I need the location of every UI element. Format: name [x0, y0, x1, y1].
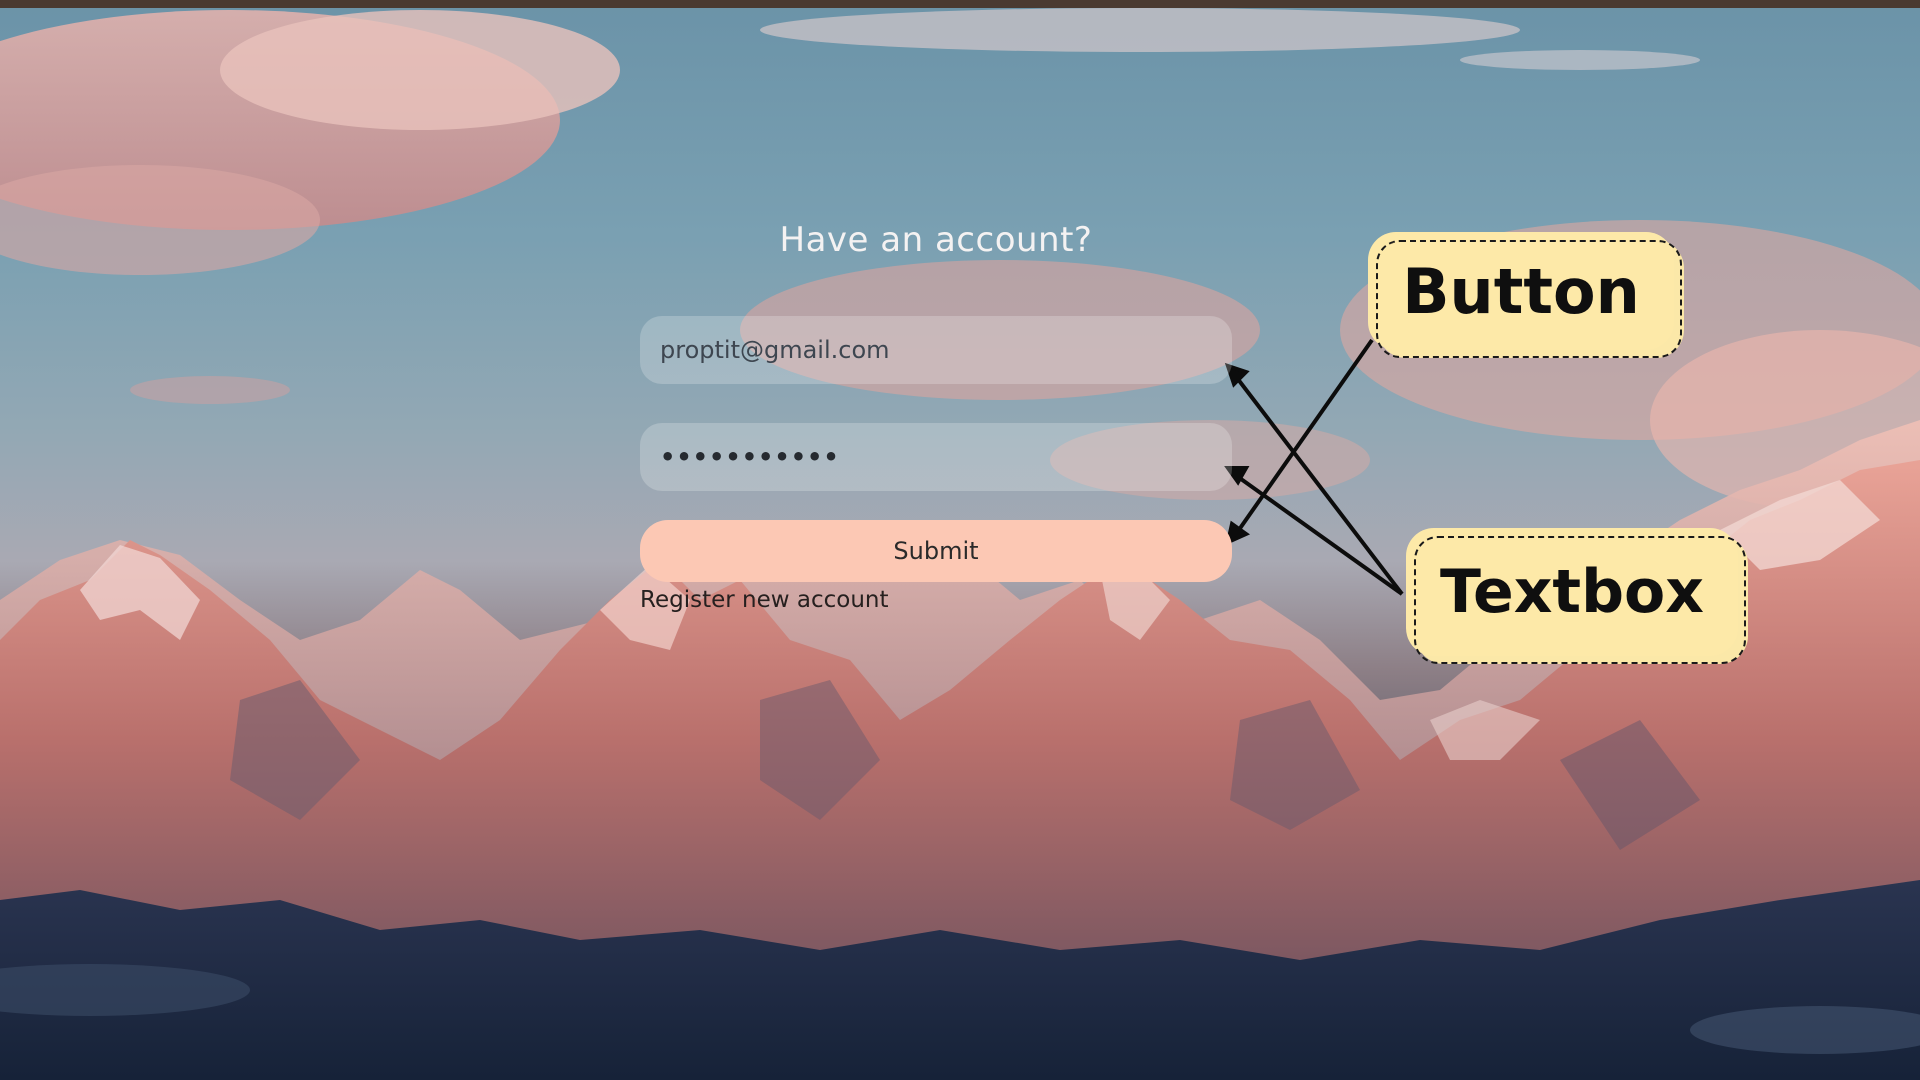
register-link[interactable]: Register new account — [640, 587, 889, 613]
login-screen: Have an account? proptit@gmail.com •••••… — [0, 0, 1920, 1080]
textbox-annotation-callout: Textbox — [1406, 528, 1746, 664]
arrow-to-password — [1232, 472, 1404, 596]
email-input[interactable]: proptit@gmail.com — [640, 316, 1232, 384]
button-annotation-callout: Button — [1368, 232, 1682, 358]
textbox-annotation-label: Textbox — [1440, 557, 1704, 627]
button-annotation-label: Button — [1402, 254, 1640, 328]
top-bar — [0, 0, 1920, 8]
password-input[interactable]: ••••••••••• — [640, 423, 1232, 491]
submit-button[interactable]: Submit — [640, 520, 1232, 582]
login-title: Have an account? — [779, 220, 1093, 260]
